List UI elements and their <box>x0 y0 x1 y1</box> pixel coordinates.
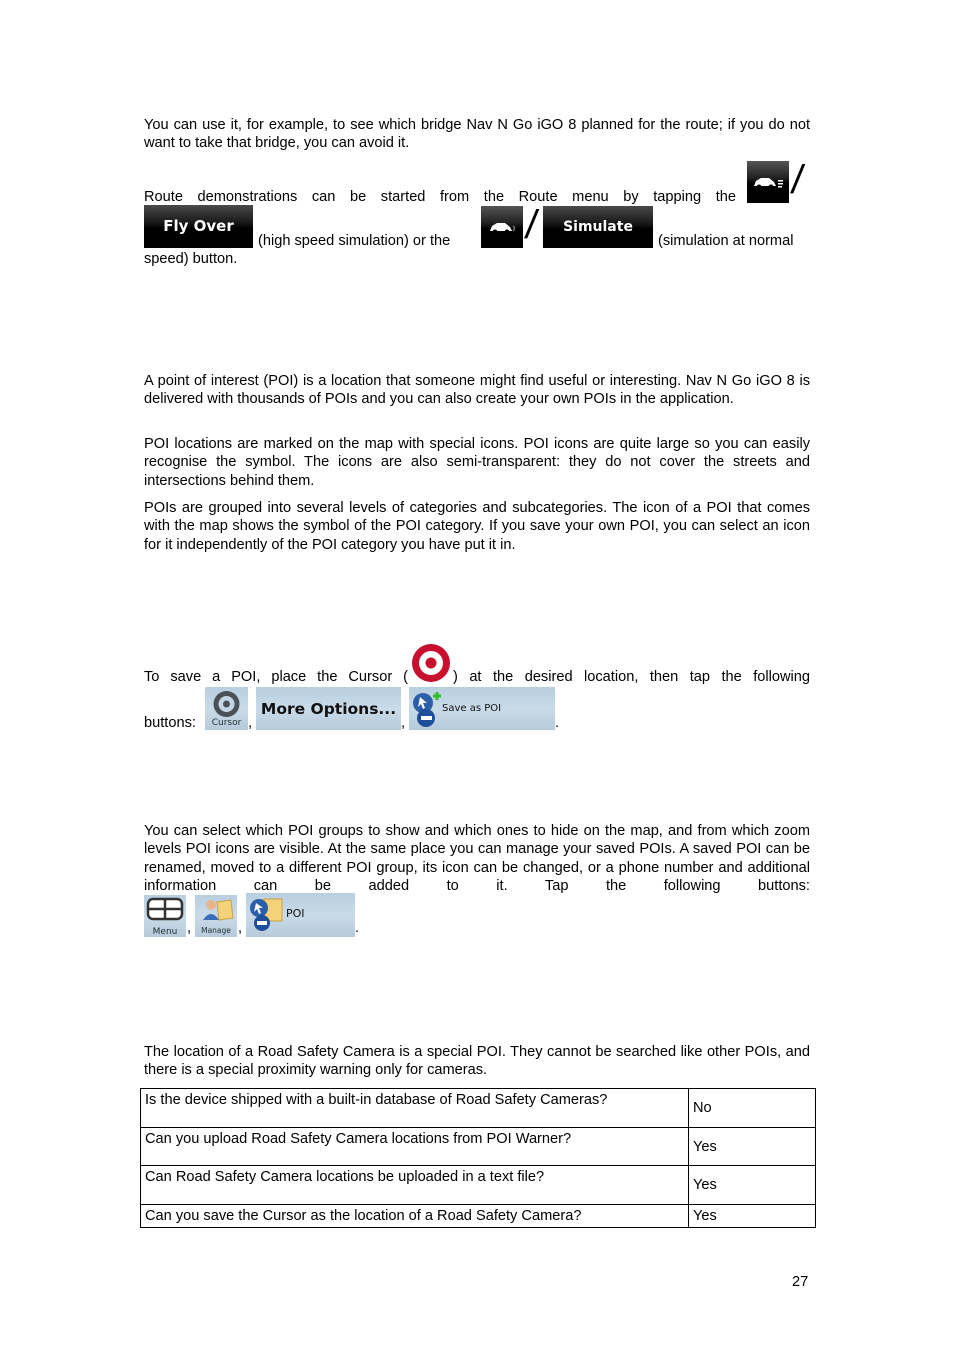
comma-separator: , <box>238 920 243 936</box>
paragraph-manage: You can select which POI groups to show … <box>144 823 810 895</box>
cursor-button[interactable]: Cursor <box>205 687 248 730</box>
cursor-icon <box>213 691 240 717</box>
period-separator: . <box>355 920 360 936</box>
manage-button[interactable]: Manage <box>195 895 237 937</box>
table-answer: Yes <box>688 1204 816 1228</box>
menu-button-label: Menu <box>152 927 178 937</box>
menu-button[interactable]: Menu <box>144 895 186 937</box>
fly-over-icon-button[interactable] <box>747 161 789 203</box>
table-question: Can Road Safety Camera locations be uplo… <box>140 1165 689 1205</box>
manage-user-folder-icon <box>203 899 234 921</box>
save-text-before: To save a POI, place the Cursor ( <box>144 669 408 685</box>
poi-button-label: POI <box>286 907 305 920</box>
fly-over-button[interactable]: Fly Over <box>144 205 253 248</box>
comma-separator: , <box>401 715 406 731</box>
manage-button-label: Manage <box>201 926 231 935</box>
camera-faq-table: Is the device shipped with a built-in da… <box>140 1088 816 1228</box>
slash-separator: / <box>522 203 541 247</box>
paragraph-poi-groups: POIs are grouped into several levels of … <box>144 500 810 553</box>
comma-separator: , <box>187 920 192 936</box>
more-options-button[interactable]: More Options... <box>256 687 401 730</box>
save-text-after: ) at the desired location, then tap the … <box>453 669 810 685</box>
cursor-button-label: Cursor <box>211 718 242 728</box>
save-as-poi-button[interactable]: Save as POI <box>409 687 555 730</box>
demo-text-mid1: (high speed simulation) or the <box>258 233 451 249</box>
table-row: Can you save the Cursor as the location … <box>140 1204 816 1228</box>
target-cursor-icon <box>410 642 452 684</box>
table-question: Can you upload Road Safety Camera locati… <box>140 1127 689 1166</box>
car-icon <box>490 223 516 235</box>
car-fast-icon <box>754 178 783 190</box>
paragraph-bridge: You can use it, for example, to see whic… <box>144 117 810 152</box>
demo-text-line1: Route demonstrations can be started from… <box>144 189 736 205</box>
save-poi-icon <box>413 692 441 727</box>
demo-text-mid2: (simulation at normal <box>658 233 794 249</box>
table-answer: Yes <box>688 1165 816 1205</box>
table-row: Can you upload Road Safety Camera locati… <box>140 1127 816 1166</box>
save-buttons-label: buttons: <box>144 715 196 731</box>
slash-separator: / <box>788 158 807 202</box>
table-answer: No <box>688 1088 816 1128</box>
table-answer: Yes <box>688 1127 816 1166</box>
poi-button[interactable]: POI <box>246 893 355 937</box>
paragraph-poi-intro: A point of interest (POI) is a location … <box>144 373 810 408</box>
table-row: Is the device shipped with a built-in da… <box>140 1088 816 1128</box>
table-question: Can you save the Cursor as the location … <box>140 1204 689 1228</box>
paragraph-poi-icons: POI locations are marked on the map with… <box>144 436 810 489</box>
page-number: 27 <box>792 1274 809 1290</box>
poi-folder-icon <box>250 898 283 931</box>
comma-separator: , <box>248 715 253 731</box>
simulate-icon-button[interactable] <box>481 206 523 248</box>
table-question: Is the device shipped with a built-in da… <box>140 1088 689 1128</box>
simulate-button[interactable]: Simulate <box>543 206 653 248</box>
table-row: Can Road Safety Camera locations be uplo… <box>140 1165 816 1205</box>
menu-grid-icon <box>146 897 184 921</box>
save-as-poi-label: Save as POI <box>442 703 502 714</box>
demo-text-line3: speed) button. <box>144 251 238 267</box>
paragraph-camera: The location of a Road Safety Camera is … <box>144 1044 810 1079</box>
period-separator: . <box>555 715 560 731</box>
